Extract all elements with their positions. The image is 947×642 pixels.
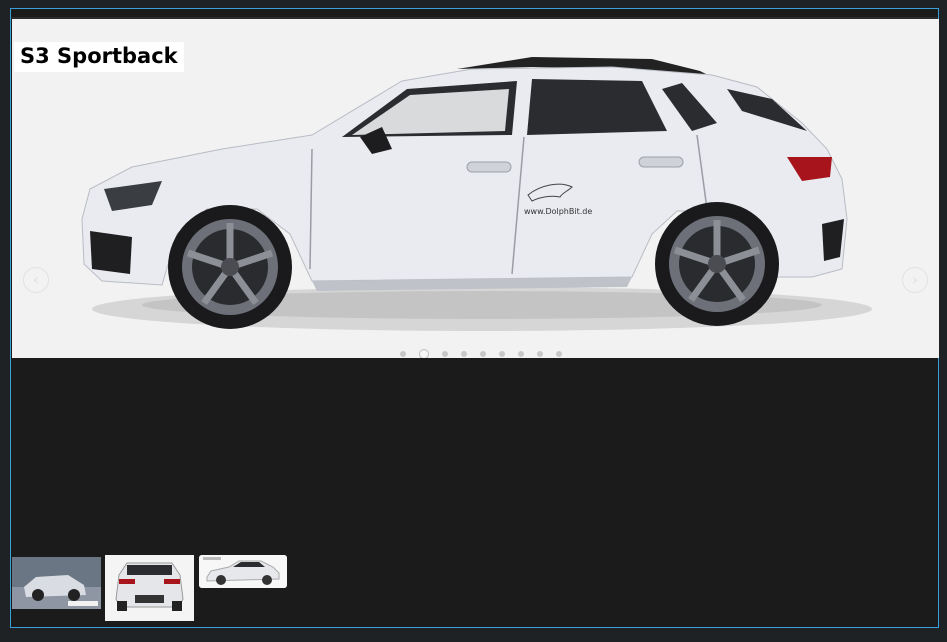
carousel-dot[interactable] bbox=[419, 349, 429, 358]
carousel-dot[interactable] bbox=[461, 351, 467, 357]
chevron-right-icon: › bbox=[911, 270, 919, 289]
thumbnail-2[interactable] bbox=[105, 555, 194, 621]
carousel-dot[interactable] bbox=[442, 351, 448, 357]
next-arrow-button[interactable]: › bbox=[902, 267, 928, 293]
thumbnail-3[interactable] bbox=[199, 555, 287, 588]
carousel-dot[interactable] bbox=[400, 351, 406, 357]
carousel-dot[interactable] bbox=[518, 351, 524, 357]
image-viewer-frame: www.DolphBit.de S3 Sportback ‹ › bbox=[10, 8, 939, 628]
carousel-dot[interactable] bbox=[556, 351, 562, 357]
slide-title: S3 Sportback bbox=[14, 42, 184, 72]
carousel-dot[interactable] bbox=[499, 351, 505, 357]
carousel-dot[interactable] bbox=[480, 351, 486, 357]
watermark-text: www.DolphBit.de bbox=[524, 207, 593, 216]
prev-arrow-button[interactable]: ‹ bbox=[23, 267, 49, 293]
slide-image[interactable]: www.DolphBit.de S3 Sportback ‹ › bbox=[12, 19, 939, 358]
carousel-dots bbox=[400, 349, 562, 358]
viewer-top-bar bbox=[11, 9, 938, 19]
carousel-dot[interactable] bbox=[537, 351, 543, 357]
chevron-left-icon: ‹ bbox=[32, 270, 40, 289]
thumbnail-1[interactable] bbox=[12, 557, 101, 609]
